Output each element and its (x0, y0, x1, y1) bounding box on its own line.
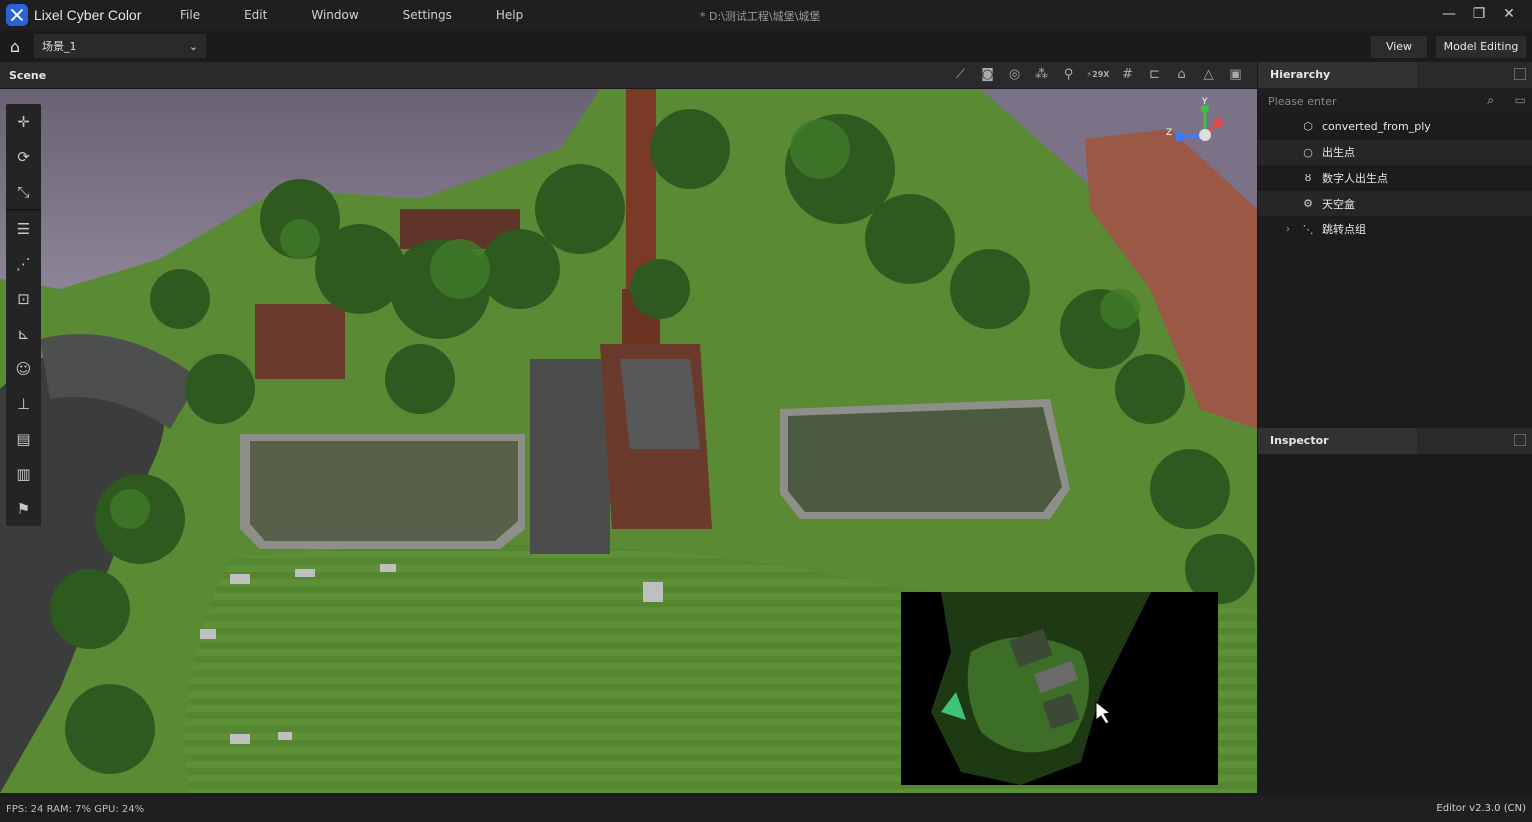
rotate-tool-icon[interactable]: ⟳ (6, 139, 41, 174)
menu-help[interactable]: Help (496, 8, 523, 22)
hierarchy-item-label: 出生点 (1322, 146, 1355, 160)
transform-icon[interactable]: ⊏ (1141, 66, 1168, 84)
window-controls: — ❐ ✕ (1430, 4, 1520, 24)
document-title: * D:\测试工程\城堡\城堡 (700, 10, 821, 23)
spawn-point-icon: ○ (1303, 145, 1313, 159)
hierarchy-item[interactable]: ○ 出生点 (1258, 139, 1532, 166)
hierarchy-item[interactable]: ⚙ 天空盒 (1258, 190, 1532, 217)
maximize-icon[interactable] (1514, 434, 1526, 446)
chevron-right-icon[interactable]: › (1286, 224, 1300, 235)
focus-tool-icon[interactable]: ⊡ (6, 281, 41, 316)
crowd-icon[interactable]: ☺ (6, 351, 41, 386)
gizmo-z-label: Z (1166, 128, 1172, 138)
triangle-icon[interactable]: △ (1195, 66, 1222, 84)
hierarchy-item-label: 天空盒 (1322, 197, 1355, 211)
maximize-icon[interactable] (1514, 68, 1526, 80)
axis-gizmo[interactable]: Y Z (1160, 95, 1240, 165)
home-icon[interactable]: ⌂ (0, 31, 30, 61)
gizmo-y-label: Y (1201, 97, 1208, 107)
scene-panel-title: Scene (9, 68, 47, 82)
speed-icon[interactable]: ⚡29X (1082, 66, 1114, 84)
gear-icon: ⚙ (1303, 197, 1313, 211)
menu-file[interactable]: File (180, 8, 200, 22)
gpu-readout: GPU: 24% (94, 803, 145, 815)
jump-group-icon: ⋱ (1302, 222, 1314, 236)
cluster-icon[interactable]: ⁂ (1028, 66, 1055, 84)
person-icon: ȣ (1304, 171, 1312, 185)
clip-plane-icon[interactable]: ⊥ (6, 386, 41, 421)
hierarchy-item-label: 跳转点组 (1322, 223, 1366, 237)
hierarchy-search[interactable]: Please enter ⌕ ▭ (1258, 88, 1532, 114)
path-tool-icon[interactable]: ⋰ (6, 246, 41, 281)
menu-settings[interactable]: Settings (403, 8, 452, 22)
menu-edit[interactable]: Edit (244, 8, 267, 22)
left-toolbar: ✛ ⟳ ⤡ ☰ ⋰ ⊡ ⊾ ☺ ⊥ ▤ ▥ ⚑ (6, 104, 41, 526)
logo-icon (6, 4, 28, 26)
scene-panel-header: Scene ⟋ ◙ ◎ ⁂ ⚲ ⚡29X # ⊏ ⌂ △ ▣ (0, 62, 1257, 88)
annotation-icon[interactable]: ☰ (6, 211, 41, 246)
inspector-panel: Inspector (1258, 428, 1532, 793)
hierarchy-item-label: 数字人出生点 (1322, 171, 1388, 185)
restore-icon[interactable]: ❐ (1468, 4, 1490, 24)
hierarchy-item[interactable]: ȣ 数字人出生点 (1258, 165, 1532, 191)
hierarchy-title[interactable]: Hierarchy (1258, 62, 1417, 88)
version-label: Editor v2.3.0 (CN) (1436, 803, 1526, 814)
hierarchy-panel: Hierarchy Please enter ⌕ ▭ ⬡ converted_f… (1258, 62, 1532, 428)
scene-select[interactable]: 场景_1 ⌄ (34, 34, 206, 58)
map-pin-icon[interactable]: ⚑ (6, 491, 41, 526)
model-editing-button[interactable]: Model Editing (1436, 36, 1526, 58)
menu-bar: File Edit Window Settings Help (180, 8, 567, 22)
driveway (530, 359, 610, 554)
scene-toolbar: ⌂ 场景_1 ⌄ (0, 31, 1532, 61)
view-button[interactable]: View (1371, 36, 1427, 58)
camera-icon[interactable]: ◙ (974, 66, 1001, 84)
scale-tool-icon[interactable]: ⤡ (6, 174, 41, 209)
export-icon[interactable]: ▤ (6, 421, 41, 456)
pond-left (250, 441, 518, 541)
hierarchy-item[interactable]: › ⋱ 跳转点组 (1258, 216, 1532, 242)
minimize-icon[interactable]: — (1438, 4, 1460, 24)
minimap[interactable] (901, 592, 1218, 785)
hierarchy-item-label: converted_from_ply (1322, 120, 1431, 134)
speed-badge: 29X (1092, 70, 1110, 79)
hierarchy-tab: Hierarchy (1258, 62, 1532, 88)
fps-readout: FPS: 24 (6, 803, 44, 815)
clipboard-icon[interactable]: ▥ (6, 456, 41, 491)
app-logo: Lixel Cyber Color (6, 4, 176, 26)
folder-icon[interactable]: ▭ (1515, 93, 1526, 107)
pond-right (788, 407, 1062, 512)
close-icon[interactable]: ✕ (1498, 4, 1520, 24)
hierarchy-search-input[interactable]: Please enter (1268, 95, 1337, 108)
app-name: Lixel Cyber Color (34, 7, 142, 23)
building-icon[interactable]: ⌂ (1168, 66, 1195, 84)
inspector-title[interactable]: Inspector (1258, 428, 1417, 454)
scene-select-value: 场景_1 (42, 40, 77, 53)
house-left (255, 304, 345, 379)
chat-icon[interactable]: ◎ (1001, 66, 1028, 84)
chevron-down-icon: ⌄ (188, 39, 198, 53)
inspector-tab: Inspector (1258, 428, 1532, 454)
app-window: Lixel Cyber Color File Edit Window Setti… (0, 0, 1532, 822)
location-pin-icon[interactable]: ⚲ (1055, 66, 1082, 84)
search-icon[interactable]: ⌕ (1487, 93, 1494, 108)
hierarchy-item[interactable]: ⬡ converted_from_ply (1258, 114, 1532, 140)
cube-icon: ⬡ (1303, 120, 1313, 134)
measure-icon[interactable]: ⟋ (947, 66, 974, 84)
title-bar: Lixel Cyber Color File Edit Window Setti… (0, 0, 1532, 30)
screen-icon[interactable]: ▣ (1222, 66, 1249, 84)
ram-readout: RAM: 7% (46, 803, 92, 815)
status-bar: FPS: 24 RAM: 7% GPU: 24% Editor v2.3.0 (… (0, 796, 1532, 822)
grid-icon[interactable]: # (1114, 66, 1141, 84)
scene-tools: ⟋ ◙ ◎ ⁂ ⚲ ⚡29X # ⊏ ⌂ △ ▣ (947, 66, 1249, 84)
ruler-icon[interactable]: ⊾ (6, 316, 41, 351)
move-tool-icon[interactable]: ✛ (6, 104, 41, 139)
menu-window[interactable]: Window (311, 8, 358, 22)
